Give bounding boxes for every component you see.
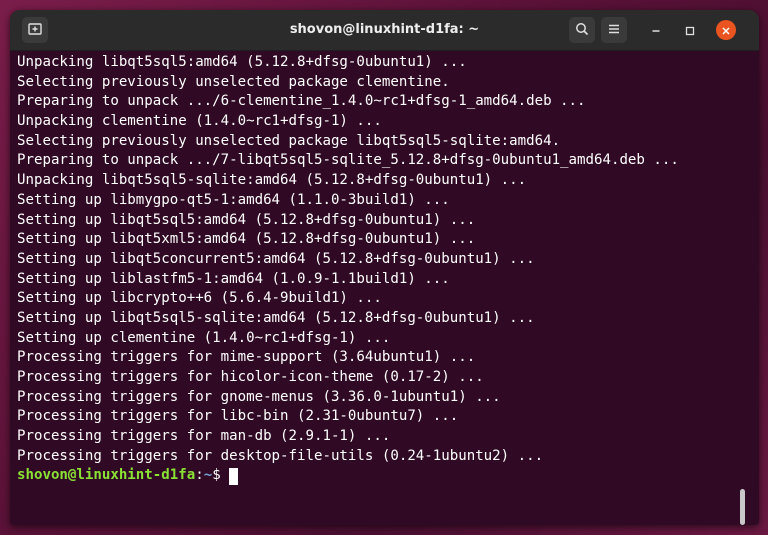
terminal-line: Setting up libqt5xml5:amd64 (5.12.8+dfsg… <box>17 231 476 248</box>
maximize-button[interactable] <box>680 20 700 40</box>
terminal-line: Setting up liblastfm5-1:amd64 (1.0.9-1.1… <box>17 270 450 287</box>
terminal-line: Processing triggers for gnome-menus (3.3… <box>17 388 501 405</box>
search-button[interactable] <box>569 17 595 43</box>
terminal-output[interactable]: Unpacking libqt5sql5:amd64 (5.12.8+dfsg-… <box>10 51 759 525</box>
terminal-line: Preparing to unpack .../6-clementine_1.4… <box>17 93 586 110</box>
new-tab-icon <box>28 21 42 40</box>
terminal-line: Processing triggers for desktop-file-uti… <box>17 447 544 464</box>
terminal-line: Processing triggers for libc-bin (2.31-0… <box>17 408 459 425</box>
terminal-window: shovon@linuxhint-d1fa: ~ Unpacking libqt… <box>10 10 759 525</box>
minimize-icon <box>651 21 661 40</box>
titlebar[interactable]: shovon@linuxhint-d1fa: ~ <box>10 10 759 51</box>
scrollbar[interactable] <box>740 489 745 525</box>
menu-button[interactable] <box>601 17 627 43</box>
terminal-line: Setting up libqt5concurrent5:amd64 (5.12… <box>17 250 535 267</box>
maximize-icon <box>685 21 695 40</box>
shell-prompt[interactable]: shovon@linuxhint-d1fa: ~ $ <box>17 466 679 486</box>
terminal-line: Setting up libmygpo-qt5-1:amd64 (1.1.0-3… <box>17 191 450 208</box>
terminal-line: Setting up libqt5sql5:amd64 (5.12.8+dfsg… <box>17 211 476 228</box>
close-icon <box>721 21 731 40</box>
terminal-line: Processing triggers for man-db (2.9.1-1)… <box>17 428 391 445</box>
terminal-lines: Unpacking libqt5sql5:amd64 (5.12.8+dfsg-… <box>17 53 679 486</box>
terminal-line: Selecting previously unselected package … <box>17 73 450 90</box>
terminal-line: Unpacking libqt5sql5:amd64 (5.12.8+dfsg-… <box>17 54 467 70</box>
terminal-line: Processing triggers for mime-support (3.… <box>17 349 476 366</box>
minimize-button[interactable] <box>646 20 666 40</box>
terminal-line: Setting up clementine (1.4.0~rc1+dfsg-1)… <box>17 329 391 346</box>
terminal-line: Selecting previously unselected package … <box>17 132 561 149</box>
search-icon <box>575 21 589 40</box>
close-button[interactable] <box>716 20 736 40</box>
terminal-line: Preparing to unpack .../7-libqt5sql5-sql… <box>17 152 679 169</box>
new-tab-button[interactable] <box>22 17 48 43</box>
prompt-symbol: $ <box>212 467 221 484</box>
terminal-line: Unpacking libqt5sql5-sqlite:amd64 (5.12.… <box>17 172 527 189</box>
hamburger-menu-icon <box>607 21 621 40</box>
terminal-line: Setting up libqt5sql5-sqlite:amd64 (5.12… <box>17 309 535 326</box>
prompt-user-host: shovon@linuxhint-d1fa <box>17 467 196 484</box>
prompt-path: ~ <box>203 467 213 484</box>
terminal-line: Unpacking clementine (1.4.0~rc1+dfsg-1) … <box>17 113 382 130</box>
terminal-line: Setting up libcrypto++6 (5.6.4-9build1) … <box>17 290 382 307</box>
prompt-colon: : <box>195 467 204 484</box>
text-cursor <box>228 467 238 485</box>
terminal-line: Processing triggers for hicolor-icon-the… <box>17 369 484 385</box>
